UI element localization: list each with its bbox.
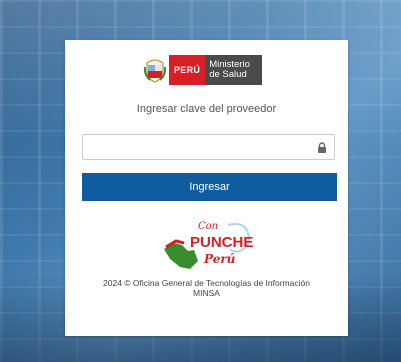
minsa-logo: PERÚ Ministerio de Salud <box>143 55 262 85</box>
password-field[interactable] <box>82 134 335 160</box>
campaign-line-3: Perú <box>203 252 236 266</box>
lock-icon <box>318 142 326 153</box>
coat-of-arms-icon <box>143 55 167 85</box>
password-input[interactable] <box>89 136 313 160</box>
footer-line-2: MINSA <box>193 288 220 298</box>
submit-button[interactable]: Ingresar <box>82 173 337 201</box>
campaign-line-2: PUNCHE <box>190 234 253 251</box>
login-card: PERÚ Ministerio de Salud Ingresar clave … <box>65 40 348 336</box>
peru-label: PERÚ <box>169 55 206 85</box>
footer: 2024 © Oficina General de Tecnologías de… <box>75 278 338 298</box>
ministry-label: Ministerio de Salud <box>205 55 262 85</box>
ministry-line-2: de Salud <box>209 69 247 80</box>
campaign-line-1: Con <box>198 221 218 232</box>
footer-line-1: 2024 © Oficina General de Tecnologías de… <box>103 278 310 288</box>
con-punche-peru-logo: Con PUNCHE Perú <box>164 221 253 269</box>
page-subtitle: Ingresar clave del proveedor <box>136 103 277 115</box>
